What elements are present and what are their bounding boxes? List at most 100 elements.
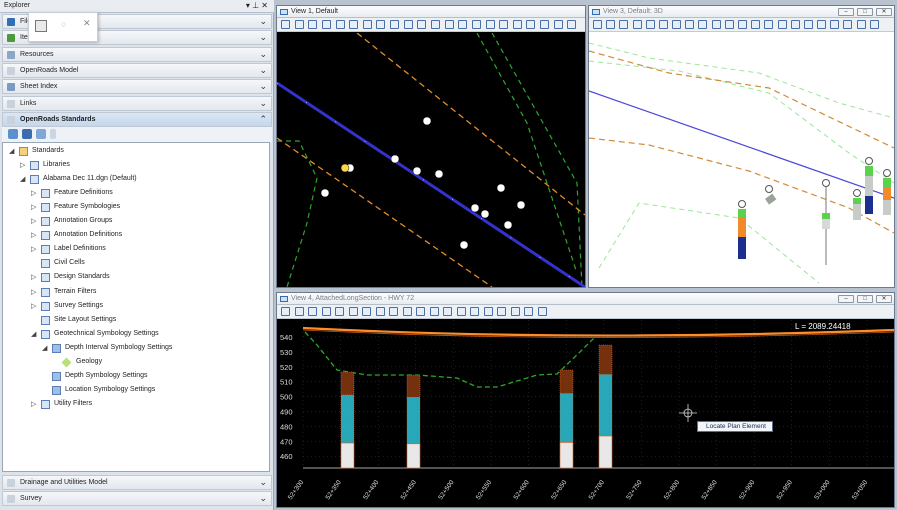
section-openroads-model[interactable]: OpenRoads Model ⌄	[2, 62, 272, 78]
view-tool-button[interactable]	[483, 307, 493, 316]
view-tool-button[interactable]	[537, 307, 547, 316]
view-tool-button[interactable]	[321, 307, 331, 316]
view-tool-button[interactable]	[376, 20, 386, 29]
view-tool-button[interactable]	[308, 20, 318, 29]
view-tool-button[interactable]	[645, 20, 655, 29]
view-tool-button[interactable]	[869, 20, 879, 29]
section-links[interactable]: Links ⌄	[2, 95, 272, 111]
expand-toggle-icon[interactable]: ◢	[9, 147, 17, 155]
view-tool-button[interactable]	[402, 307, 412, 316]
view-tool-button[interactable]	[658, 20, 668, 29]
section-resources[interactable]: Resources ⌄	[2, 46, 272, 62]
expand-toggle-icon[interactable]: ◢	[31, 330, 39, 338]
chevron-down-icon[interactable]: ⌄	[259, 477, 267, 488]
view-tool-button[interactable]	[281, 307, 290, 316]
view-3[interactable]: View 3, Default: 3D – □ ✕	[588, 5, 895, 288]
explorer-window-controls[interactable]: ▾ ⊥ ✕	[246, 1, 268, 10]
view-tool-button[interactable]	[540, 20, 550, 29]
view-tool-button[interactable]	[321, 20, 331, 29]
section-survey[interactable]: Survey ⌄	[2, 491, 272, 506]
view-tool-button[interactable]	[389, 307, 398, 316]
view-tool-button[interactable]	[606, 20, 616, 29]
view-tool-button[interactable]	[335, 20, 345, 29]
view-tool-button[interactable]	[470, 307, 479, 316]
chevron-down-icon[interactable]: ⌄	[259, 81, 267, 92]
view-tool-button[interactable]	[375, 307, 385, 316]
chevron-down-icon[interactable]: ⌄	[259, 98, 267, 109]
expand-toggle-icon[interactable]: ▷	[31, 231, 39, 239]
view-tool-button[interactable]	[416, 307, 425, 316]
maximize-button[interactable]: □	[857, 295, 873, 303]
view-tool-button[interactable]	[593, 20, 602, 29]
chevron-down-icon[interactable]: ⌄	[259, 32, 267, 43]
view-tool-button[interactable]	[403, 20, 413, 29]
section-drainage-and-utilities-model[interactable]: Drainage and Utilities Model ⌄	[2, 475, 272, 490]
view-tool-button[interactable]	[711, 20, 721, 29]
view-tool-button[interactable]	[751, 20, 761, 29]
view-tool-button[interactable]	[294, 307, 304, 316]
view-tool-button[interactable]	[817, 20, 827, 29]
view-tool-button[interactable]	[456, 307, 466, 316]
expand-toggle-icon[interactable]: ▷	[31, 273, 39, 281]
view-tool-button[interactable]	[429, 307, 439, 316]
minimize-button[interactable]: –	[838, 8, 854, 16]
chevron-down-icon[interactable]: ⌄	[259, 65, 267, 76]
view-tool-button[interactable]	[856, 20, 866, 29]
expand-toggle-icon[interactable]: ◢	[20, 175, 28, 183]
library-icon[interactable]	[22, 129, 32, 139]
view-tool-button[interactable]	[443, 307, 452, 316]
chevron-down-icon[interactable]: ⌄	[259, 16, 267, 27]
popup-circle-icon[interactable]: ○	[61, 19, 66, 29]
view-tool-button[interactable]	[485, 20, 495, 29]
3d-view-canvas[interactable]	[589, 33, 894, 287]
view-tool-button[interactable]	[830, 20, 840, 29]
view-tool-button[interactable]	[510, 307, 520, 316]
close-button[interactable]: ✕	[876, 8, 892, 16]
view-4[interactable]: View 4, AttachedLongSection - HWY 72 – □…	[276, 292, 895, 508]
view-tool-button[interactable]	[308, 307, 317, 316]
view-tool-button[interactable]	[499, 20, 509, 29]
close-button[interactable]: ✕	[876, 295, 892, 303]
view-tool-button[interactable]	[553, 20, 563, 29]
view-tool-button[interactable]	[777, 20, 787, 29]
view-tool-button[interactable]	[724, 20, 734, 29]
view-tool-button[interactable]	[619, 20, 629, 29]
view-tool-button[interactable]	[390, 20, 400, 29]
view-tool-button[interactable]	[431, 20, 440, 29]
expand-toggle-icon[interactable]: ▷	[31, 400, 39, 408]
expand-toggle-icon[interactable]: ▷	[31, 245, 39, 253]
view-tool-button[interactable]	[672, 20, 682, 29]
view-tool-button[interactable]	[471, 20, 481, 29]
view-tool-button[interactable]	[444, 20, 454, 29]
view-tool-button[interactable]	[362, 20, 372, 29]
expand-toggle-icon[interactable]: ◢	[42, 344, 50, 352]
view-tool-button[interactable]	[348, 307, 358, 316]
view-tool-button[interactable]	[843, 20, 853, 29]
view-tool-button[interactable]	[567, 20, 577, 29]
expand-toggle-icon[interactable]: ▷	[31, 189, 39, 197]
expand-toggle-icon[interactable]: ▷	[31, 217, 39, 225]
view-tool-button[interactable]	[790, 20, 800, 29]
view-tool-button[interactable]	[803, 20, 813, 29]
close-icon[interactable]: ✕	[83, 18, 91, 29]
section-openroads-standards[interactable]: OpenRoads Standards ⌃	[2, 111, 272, 127]
view-tool-button[interactable]	[698, 20, 708, 29]
expand-toggle-icon[interactable]: ▷	[31, 288, 39, 296]
search-icon[interactable]	[36, 129, 46, 139]
view-tool-button[interactable]	[335, 307, 344, 316]
view-tool-button[interactable]	[362, 307, 371, 316]
view-tool-button[interactable]	[738, 20, 747, 29]
expand-toggle-icon[interactable]: ▷	[31, 302, 39, 310]
maximize-button[interactable]: □	[857, 8, 873, 16]
profile-view-canvas[interactable]: L = 2089.24418 540 530 520 510 500 490 480 470 4…	[277, 320, 894, 507]
minimize-button[interactable]: –	[838, 295, 854, 303]
chevron-up-icon[interactable]: ⌃	[259, 114, 267, 125]
view-tool-button[interactable]	[294, 20, 304, 29]
expand-toggle-icon[interactable]: ▷	[31, 203, 39, 211]
more-icon[interactable]	[50, 129, 56, 139]
view-tool-button[interactable]	[458, 20, 468, 29]
view-tool-button[interactable]	[417, 20, 427, 29]
view-tool-button[interactable]	[526, 20, 536, 29]
refresh-icon[interactable]	[8, 129, 18, 139]
plan-view-canvas[interactable]	[277, 33, 585, 287]
